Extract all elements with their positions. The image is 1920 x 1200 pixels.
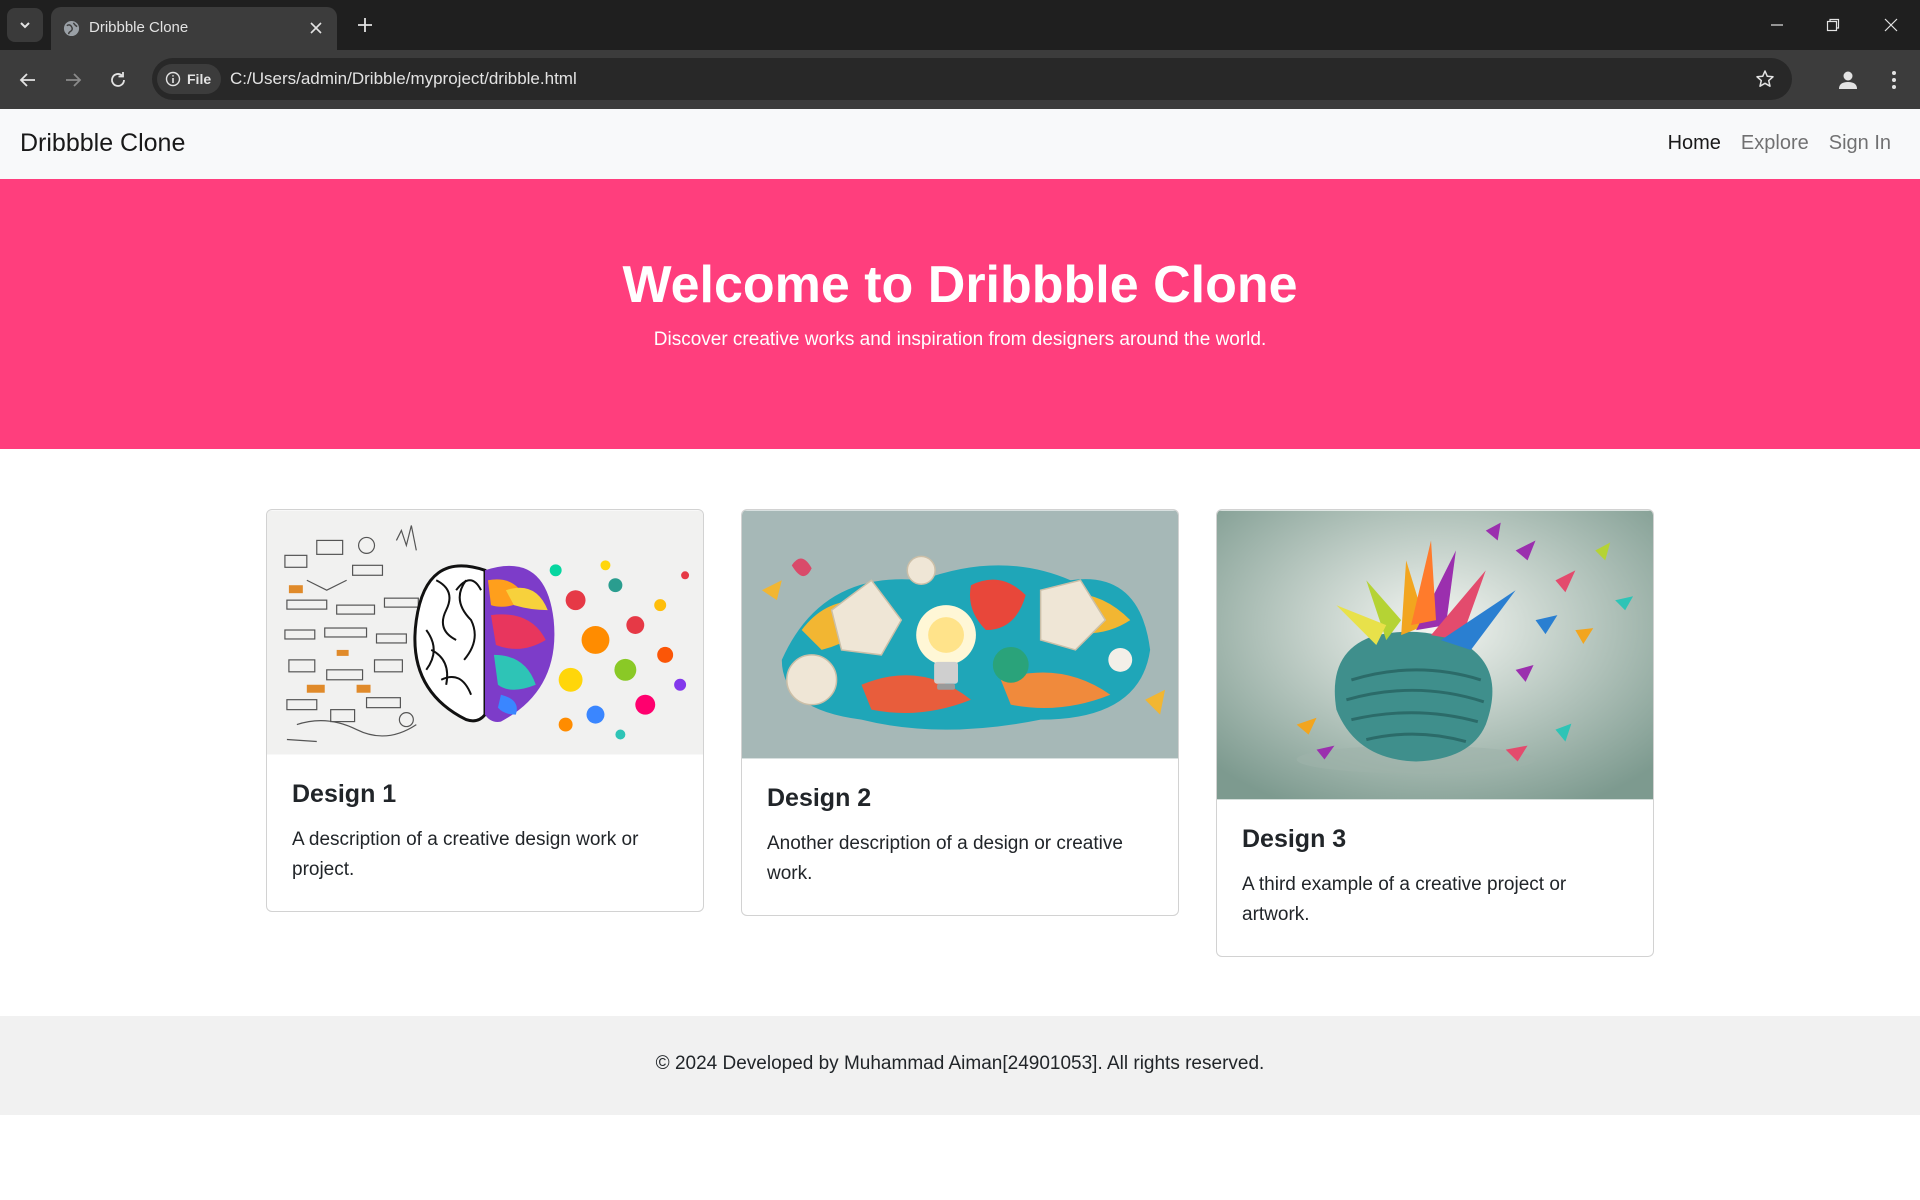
- footer-text: © 2024 Developed by Muhammad Aiman[24901…: [655, 1053, 1265, 1074]
- back-button[interactable]: [10, 62, 46, 98]
- file-chip-label: File: [187, 71, 212, 87]
- web-page: Dribbble Clone Home Explore Sign In Welc…: [0, 109, 1920, 1200]
- site-navbar: Dribbble Clone Home Explore Sign In: [0, 109, 1920, 179]
- card-body: Design 1 A description of a creative des…: [267, 755, 703, 911]
- new-tab-button[interactable]: [350, 12, 380, 38]
- tab-title: Dribbble Clone: [89, 19, 189, 36]
- browser-tab[interactable]: Dribbble Clone: [51, 7, 337, 50]
- nav-link-explore[interactable]: Explore: [1741, 132, 1809, 155]
- plus-icon: [358, 18, 372, 32]
- card-text: A description of a creative design work …: [292, 829, 639, 880]
- hero-subtitle: Discover creative works and inspiration …: [653, 329, 1267, 350]
- close-icon[interactable]: [307, 19, 325, 37]
- browser-menu-button[interactable]: [1876, 62, 1912, 98]
- browser-tab-bar: Dribbble Clone: [0, 0, 1920, 50]
- star-icon[interactable]: [1754, 68, 1776, 90]
- forward-icon: [66, 73, 82, 87]
- card-title: Design 3: [1242, 825, 1347, 853]
- card-body: Design 2 Another description of a design…: [742, 759, 1178, 915]
- site-footer: © 2024 Developed by Muhammad Aiman[24901…: [0, 1016, 1920, 1115]
- tab-search-button[interactable]: [7, 8, 43, 42]
- card-title: Design 2: [767, 784, 872, 812]
- more-vert-icon: [1892, 71, 1896, 89]
- brand-link[interactable]: Dribbble Clone: [20, 129, 185, 158]
- paper-art-lightbulb-illustration: [742, 510, 1178, 759]
- url-text[interactable]: C:/Users/admin/Dribble/myproject/dribble…: [230, 69, 577, 89]
- card-text: A third example of a creative project or…: [1242, 874, 1567, 925]
- restore-button[interactable]: [1815, 12, 1851, 38]
- nav-link-sign-in[interactable]: Sign In: [1829, 132, 1891, 155]
- design-card-1[interactable]: Design 1 A description of a creative des…: [266, 509, 704, 912]
- nav-link-home[interactable]: Home: [1668, 132, 1721, 155]
- design-card-3[interactable]: Design 3 A third example of a creative p…: [1216, 509, 1654, 957]
- brain-doodle-illustration: [267, 510, 703, 755]
- hero-title: Welcome to Dribbble Clone: [622, 256, 1298, 314]
- profile-button[interactable]: [1830, 62, 1866, 98]
- minimize-button[interactable]: [1759, 12, 1795, 38]
- close-window-button[interactable]: [1873, 12, 1909, 38]
- nav-links: Home Explore Sign In: [1668, 132, 1891, 155]
- abstract-sculpture-splash-illustration: [1217, 510, 1653, 800]
- reload-icon: [111, 72, 125, 87]
- restore-icon: [1826, 18, 1840, 32]
- back-icon: [19, 73, 35, 87]
- card-text: Another description of a design or creat…: [767, 833, 1123, 884]
- chevron-down-icon: [20, 22, 30, 29]
- design-card-2[interactable]: Design 2 Another description of a design…: [741, 509, 1179, 916]
- globe-icon: [63, 20, 80, 37]
- info-icon: [165, 71, 181, 87]
- site-info-chip[interactable]: File: [157, 64, 222, 94]
- minimize-icon: [1771, 24, 1783, 26]
- reload-button[interactable]: [100, 62, 136, 98]
- card-title: Design 1: [292, 780, 397, 808]
- profile-icon: [1839, 71, 1857, 89]
- address-bar[interactable]: File C:/Users/admin/Dribble/myproject/dr…: [152, 58, 1792, 100]
- forward-button[interactable]: [55, 62, 91, 98]
- close-window-icon: [1884, 18, 1898, 32]
- hero-banner: Welcome to Dribbble Clone Discover creat…: [0, 179, 1920, 449]
- browser-toolbar: File C:/Users/admin/Dribble/myproject/dr…: [0, 50, 1920, 109]
- card-body: Design 3 A third example of a creative p…: [1217, 800, 1653, 956]
